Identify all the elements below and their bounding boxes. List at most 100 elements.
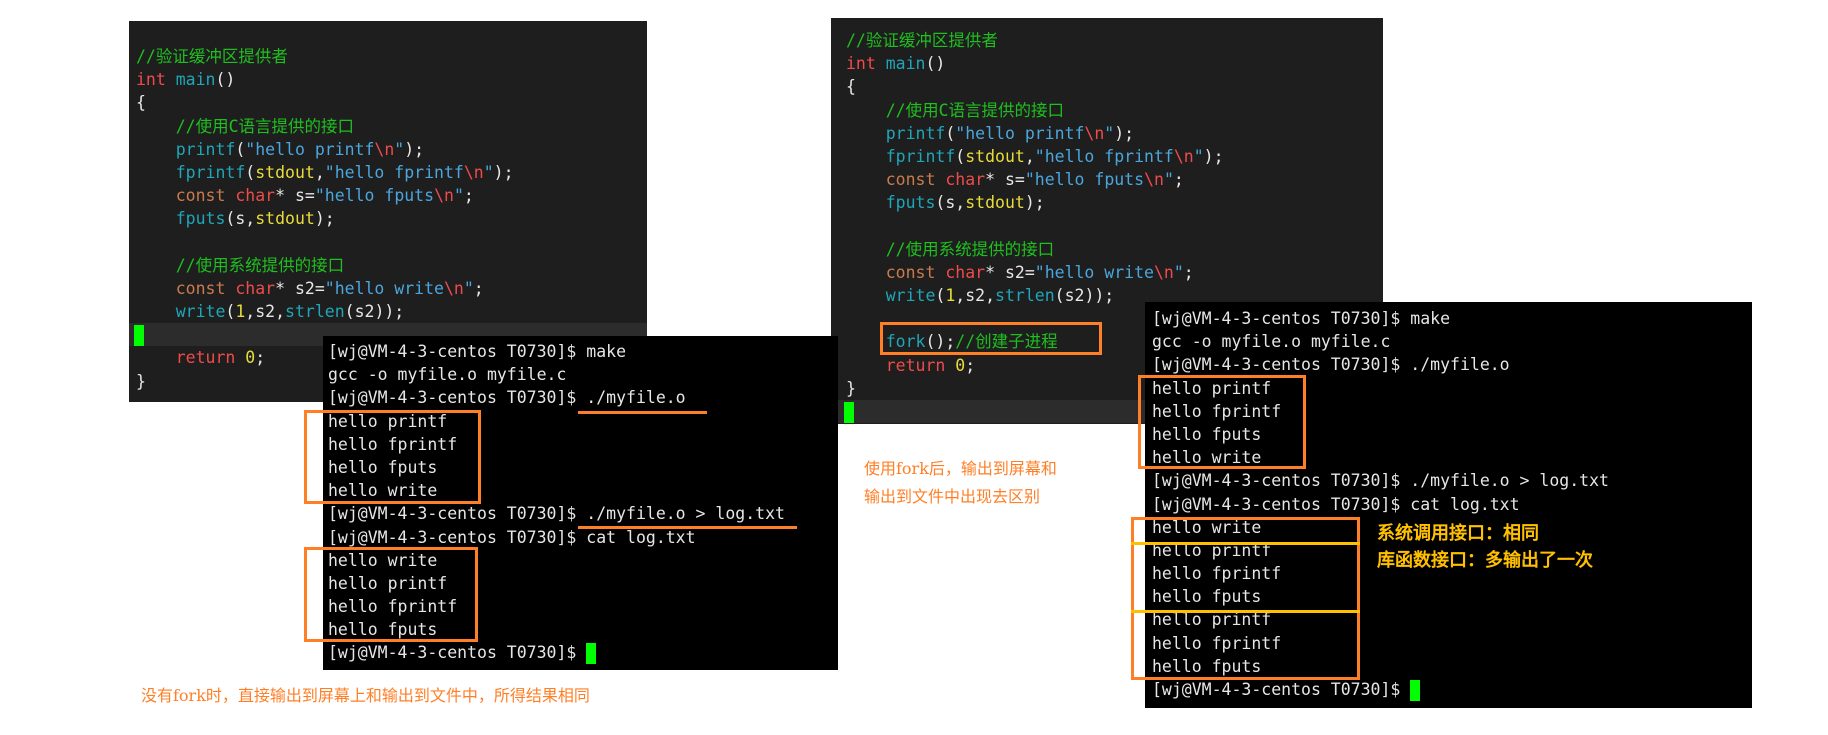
code-token: " (1104, 123, 1115, 143)
code-token: return (136, 348, 236, 368)
code-token: 1 (235, 302, 246, 322)
code-line: int main() (831, 52, 1383, 75)
code-token: "hello fprintf (1034, 146, 1174, 166)
code-line: const char* s="hello fputs\n"; (831, 168, 1383, 191)
code-token: ( (235, 139, 246, 159)
code-line: printf("hello printf\n"); (129, 138, 647, 161)
code-token: * s= (985, 170, 1025, 190)
code-token: * s= (275, 186, 315, 206)
code-token: " (463, 278, 474, 298)
code-line: //使用系统提供的接口 (129, 254, 647, 277)
screen-output-box (304, 410, 481, 504)
code-token: ); (493, 162, 514, 182)
code-token: //使用C语言提供的接口 (846, 100, 1065, 120)
code-token: int (136, 70, 166, 90)
code-token: main (885, 54, 926, 74)
underline-redirect (578, 526, 797, 529)
code-line: const char* s2="hello write\n"; (831, 261, 1383, 284)
code-token: fprintf (846, 146, 956, 166)
code-token: "hello fputs (314, 186, 435, 206)
code-token: } (846, 378, 856, 398)
code-token: " (394, 139, 405, 159)
screen-output-box (1138, 375, 1306, 469)
code-token: , (1024, 146, 1035, 166)
terminal-line: [wj@VM-4-3-centos T0730]$ ./myfile.o (328, 386, 838, 409)
code-token: ); (404, 139, 425, 159)
code-token: 0 (955, 355, 966, 375)
code-line: int main() (129, 68, 647, 91)
code-token: ; (1183, 262, 1194, 282)
code-token: ; (965, 355, 976, 375)
code-line: const char* s2="hello write\n"; (129, 277, 647, 300)
code-line: printf("hello printf\n"); (831, 122, 1383, 145)
code-line: const char* s="hello fputs\n"; (129, 184, 647, 207)
code-token: () (925, 54, 946, 74)
code-token: fputs (136, 209, 226, 229)
code-token: \n (1084, 123, 1105, 143)
code-token: ); (1203, 146, 1224, 166)
code-token: " (1193, 146, 1204, 166)
terminal-text: [wj@VM-4-3-centos T0730]$ ./myfile.o > l… (1152, 471, 1609, 491)
code-line: { (129, 91, 647, 114)
code-token: (s, (225, 209, 256, 229)
code-token: printf (136, 139, 236, 159)
fork-highlight-box (880, 322, 1102, 355)
code-token: int (846, 54, 876, 74)
code-token: printf (846, 123, 946, 143)
code-token: " (453, 186, 464, 206)
terminal-text: [wj@VM-4-3-centos T0730]$ make (1152, 309, 1451, 328)
code-token: char (945, 170, 986, 190)
code-token: //使用系统提供的接口 (846, 239, 1055, 259)
libcall-note: 库函数接口：多输出了一次 (1377, 550, 1593, 571)
terminal-line: [wj@VM-4-3-centos T0730]$ ./myfile.o > l… (1152, 469, 1752, 492)
terminal-line: [wj@VM-4-3-centos T0730]$ ./myfile.o (1152, 353, 1752, 376)
code-token: "hello write (1034, 262, 1154, 282)
code-token: " (1163, 170, 1174, 190)
terminal-text: [wj@VM-4-3-centos T0730]$ ./myfile.o (328, 388, 686, 408)
code-line: //使用C语言提供的接口 (831, 99, 1383, 122)
code-token: char (235, 278, 276, 298)
code-token: \n (434, 186, 454, 206)
code-token: { (136, 93, 146, 113)
caption-no-fork: 没有fork时，直接输出到屏幕上和输出到文件中，所得结果相同 (141, 686, 590, 705)
terminal-cursor (586, 643, 597, 665)
terminal-text: [wj@VM-4-3-centos T0730]$ cat log.txt (328, 527, 696, 547)
code-token: "hello fprintf (324, 162, 464, 182)
code-line: write(1,s2,strlen(s2)); (129, 300, 647, 323)
code-token: * s2= (985, 262, 1035, 282)
code-token: } (136, 371, 146, 391)
cursor (844, 402, 854, 423)
code-token: "hello fputs (1024, 170, 1145, 190)
code-token: const (136, 278, 226, 298)
code-token: \n (374, 139, 395, 159)
code-token: \n (1153, 262, 1174, 282)
terminal-text: gcc -o myfile.o myfile.c (1152, 332, 1391, 352)
code-line: //使用系统提供的接口 (831, 238, 1383, 261)
terminal-text: gcc -o myfile.o myfile.c (328, 365, 567, 385)
code-token: ; (473, 278, 484, 298)
terminal-line: [wj@VM-4-3-centos T0730]$ ./myfile.o > l… (328, 502, 838, 525)
code-token: const (136, 186, 226, 206)
code-line: { (831, 75, 1383, 98)
code-token: //验证缓冲区提供者 (136, 47, 288, 66)
code-token: write (136, 302, 226, 322)
terminal-text: [wj@VM-4-3-centos T0730]$ make (328, 342, 627, 361)
code-token: ); (314, 209, 335, 229)
code-token: ( (245, 162, 256, 182)
code-token: 1 (945, 286, 956, 306)
code-token: stdout (965, 146, 1025, 166)
code-token: ; (1173, 170, 1184, 190)
code-token: ( (225, 302, 236, 322)
divider-line (1131, 542, 1360, 545)
code-token: stdout (255, 209, 315, 229)
code-token: const (846, 170, 936, 190)
code-token: (s2)); (1054, 286, 1115, 306)
underline-run (578, 411, 707, 414)
code-token: " (1173, 262, 1184, 282)
code-token: ); (1024, 193, 1045, 213)
code-token: \n (1144, 170, 1164, 190)
